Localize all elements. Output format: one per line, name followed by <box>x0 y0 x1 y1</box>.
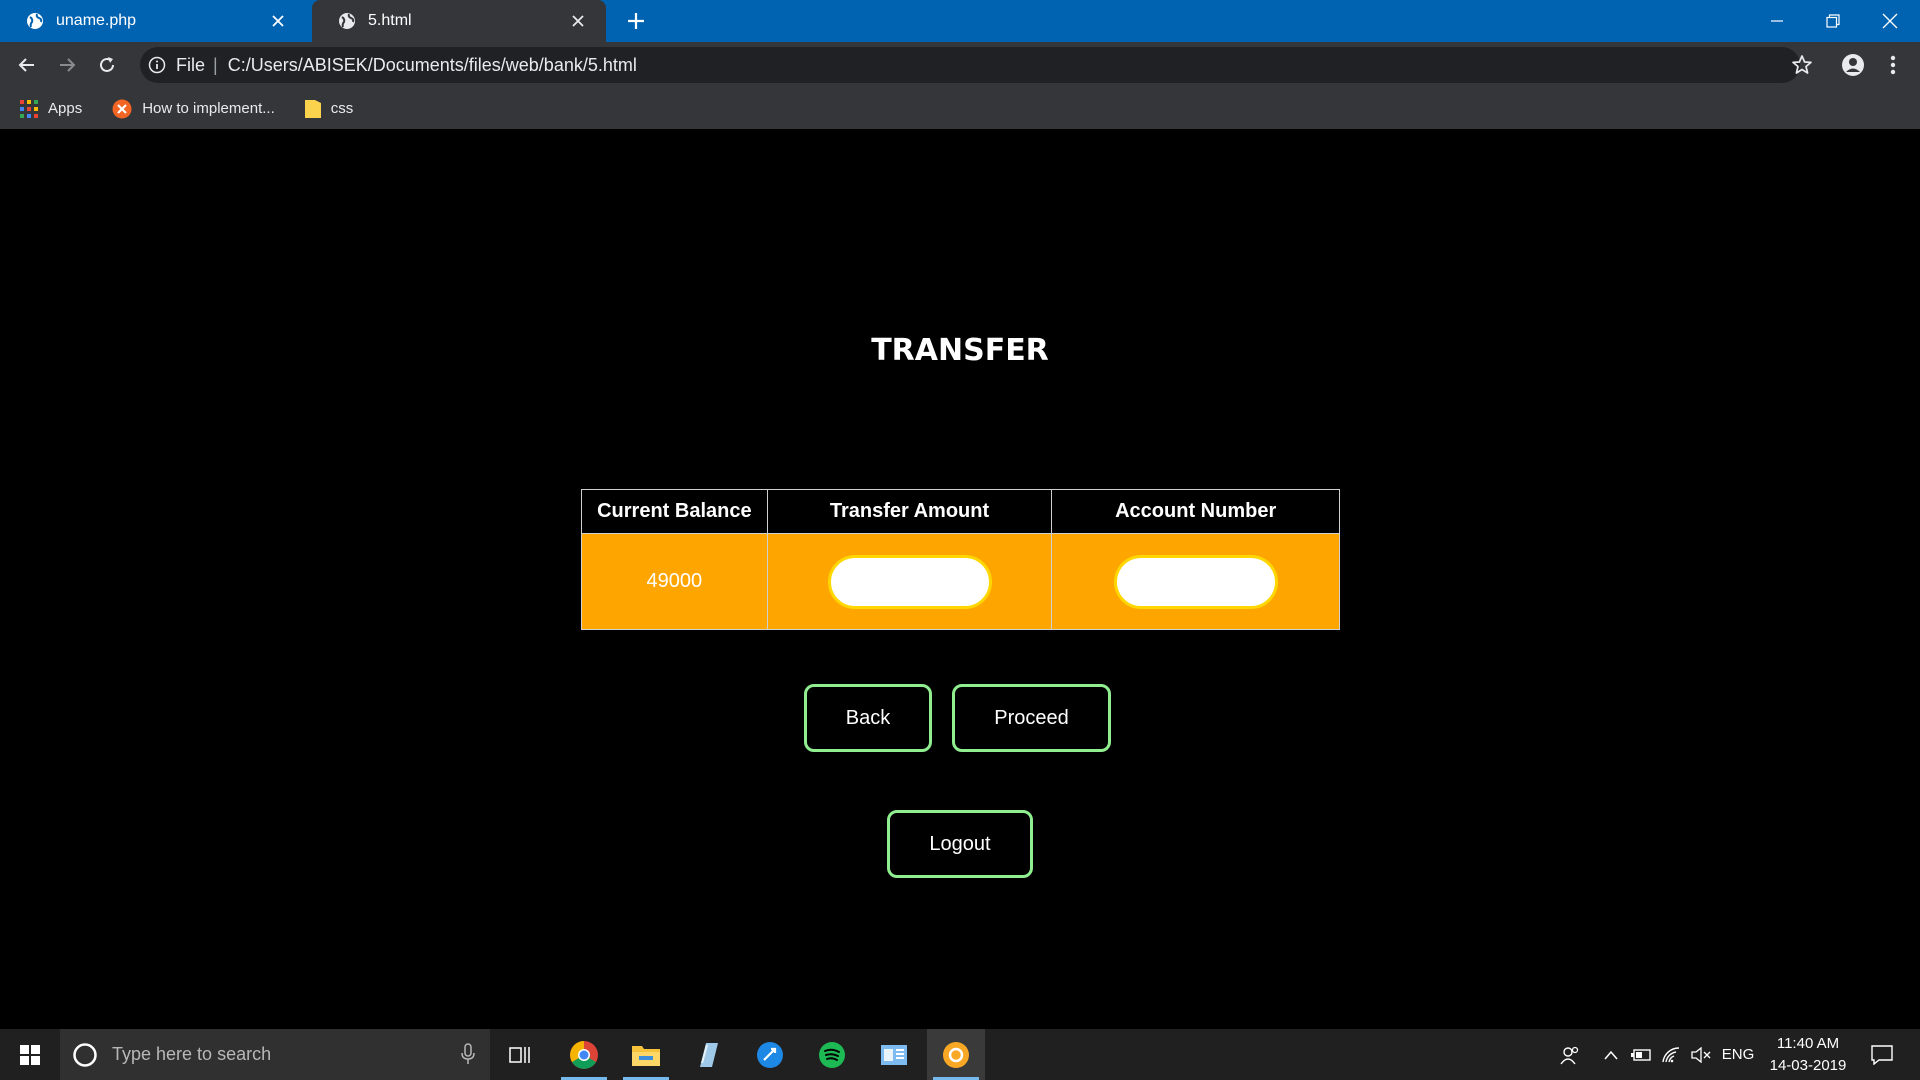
transfer-table: Current Balance Transfer Amount Account … <box>581 489 1340 630</box>
address-scheme: File <box>176 54 206 75</box>
minimize-icon <box>1771 20 1783 22</box>
bookmark-label: Apps <box>48 100 83 117</box>
close-icon[interactable] <box>570 13 586 29</box>
show-hidden-icons-button[interactable] <box>1596 1029 1626 1080</box>
table-row: 49000 <box>581 533 1340 630</box>
battery-icon <box>1631 1048 1651 1061</box>
bookmark-label: How to implement... <box>142 100 275 117</box>
header-account-number: Account Number <box>1051 489 1340 534</box>
restore-button[interactable] <box>1818 6 1848 36</box>
chevron-up-icon <box>1604 1050 1618 1059</box>
volume-muted-icon <box>1691 1046 1711 1063</box>
tab-label: 5.html <box>368 12 412 29</box>
control-panel-icon <box>881 1044 907 1065</box>
account-number-cell <box>1051 533 1340 630</box>
taskbar: Type here to search ENG 11:40 AM 14-03-2… <box>0 1029 1920 1080</box>
bookmark-apps[interactable]: Apps <box>20 99 83 118</box>
browser-toolbar: File | C:/Users/ABISEK/Documents/files/w… <box>0 42 1920 88</box>
taskbar-app-orange[interactable] <box>927 1029 985 1080</box>
taskbar-search-placeholder: Type here to search <box>112 1044 272 1064</box>
page-title: TRANSFER <box>871 333 1049 368</box>
account-number-input[interactable] <box>1113 554 1278 609</box>
people-button[interactable] <box>1552 1029 1588 1080</box>
arrow-right-icon <box>60 58 76 72</box>
language-indicator[interactable]: ENG <box>1718 1029 1758 1080</box>
notification-icon <box>1871 1044 1893 1065</box>
arrow-left-icon <box>18 58 34 72</box>
globe-icon <box>27 13 43 29</box>
reload-button[interactable] <box>93 51 121 79</box>
bookmark-how-to-implement[interactable]: How to implement... <box>112 99 275 119</box>
site-favicon-icon <box>112 99 132 118</box>
windows-logo-icon <box>20 1044 40 1065</box>
header-current-balance: Current Balance <box>581 489 768 534</box>
taskbar-search-box[interactable]: Type here to search <box>60 1029 490 1080</box>
start-button[interactable] <box>0 1029 60 1080</box>
bookmarks-bar: Apps How to implement... css <box>0 88 1920 129</box>
info-icon[interactable] <box>148 56 166 74</box>
tab-5-html[interactable]: 5.html <box>312 0 606 42</box>
window-close-button[interactable] <box>1875 6 1905 36</box>
screen: uname.php 5.html File | C:/Users/ABISEK/… <box>0 0 1920 1080</box>
people-icon <box>1560 1046 1579 1064</box>
network-button[interactable] <box>1656 1029 1686 1080</box>
header-transfer-amount: Transfer Amount <box>766 489 1053 534</box>
folder-icon <box>632 1045 660 1066</box>
back-button[interactable]: Back <box>804 684 932 752</box>
task-view-icon <box>509 1046 530 1063</box>
tab-label: uname.php <box>56 12 137 29</box>
tab-uname-php[interactable]: uname.php <box>0 0 306 42</box>
new-tab-plus-icon[interactable] <box>624 9 648 33</box>
clock-date: 14-03-2019 <box>1769 1056 1847 1074</box>
volume-button[interactable] <box>1686 1029 1716 1080</box>
address-separator: | <box>213 54 218 75</box>
taskbar-file-explorer[interactable] <box>617 1029 675 1080</box>
taskbar-chrome[interactable] <box>555 1029 613 1080</box>
star-icon[interactable] <box>1790 53 1814 77</box>
current-balance-value: 49000 <box>581 533 768 630</box>
chrome-icon <box>570 1040 598 1069</box>
spotify-icon <box>819 1041 845 1068</box>
back-nav-button[interactable] <box>13 51 41 79</box>
transfer-amount-cell <box>766 533 1053 630</box>
profile-icon[interactable] <box>1839 51 1867 79</box>
clock[interactable]: 11:40 AM 14-03-2019 <box>1758 1029 1858 1080</box>
blue-app-icon <box>757 1041 783 1068</box>
proceed-button[interactable]: Proceed <box>952 684 1111 752</box>
address-bar[interactable]: File | C:/Users/ABISEK/Documents/files/w… <box>140 47 1800 83</box>
bookmark-label: css <box>330 100 354 117</box>
reload-icon <box>100 57 114 72</box>
browser-titlebar: uname.php 5.html <box>0 0 1920 42</box>
more-menu-icon[interactable] <box>1883 51 1903 79</box>
task-view-button[interactable] <box>491 1029 549 1080</box>
transfer-amount-input[interactable] <box>827 554 992 609</box>
forward-nav-button[interactable] <box>53 51 81 79</box>
minimize-button[interactable] <box>1762 6 1792 36</box>
taskbar-notepad[interactable] <box>679 1029 737 1080</box>
apps-grid-icon <box>20 99 38 118</box>
close-icon[interactable] <box>270 13 286 29</box>
folder-icon <box>304 99 321 118</box>
restore-icon <box>1826 14 1840 28</box>
bookmark-css[interactable]: css <box>304 99 354 118</box>
microphone-icon[interactable] <box>460 1043 476 1065</box>
globe-icon <box>339 13 355 29</box>
taskbar-control-panel[interactable] <box>865 1029 923 1080</box>
page-content: TRANSFER Current Balance Transfer Amount… <box>0 129 1920 1029</box>
close-icon <box>1882 13 1898 29</box>
orange-app-icon <box>943 1041 969 1068</box>
battery-button[interactable] <box>1626 1029 1656 1080</box>
clock-time: 11:40 AM <box>1776 1034 1840 1052</box>
action-center-button[interactable] <box>1862 1029 1902 1080</box>
wifi-icon <box>1662 1046 1680 1062</box>
notepad-icon <box>700 1042 718 1067</box>
taskbar-app-blue[interactable] <box>741 1029 799 1080</box>
logout-button[interactable]: Logout <box>887 810 1033 878</box>
cortana-circle-icon <box>73 1042 97 1067</box>
address-url: C:/Users/ABISEK/Documents/files/web/bank… <box>227 54 637 75</box>
taskbar-spotify[interactable] <box>803 1029 861 1080</box>
